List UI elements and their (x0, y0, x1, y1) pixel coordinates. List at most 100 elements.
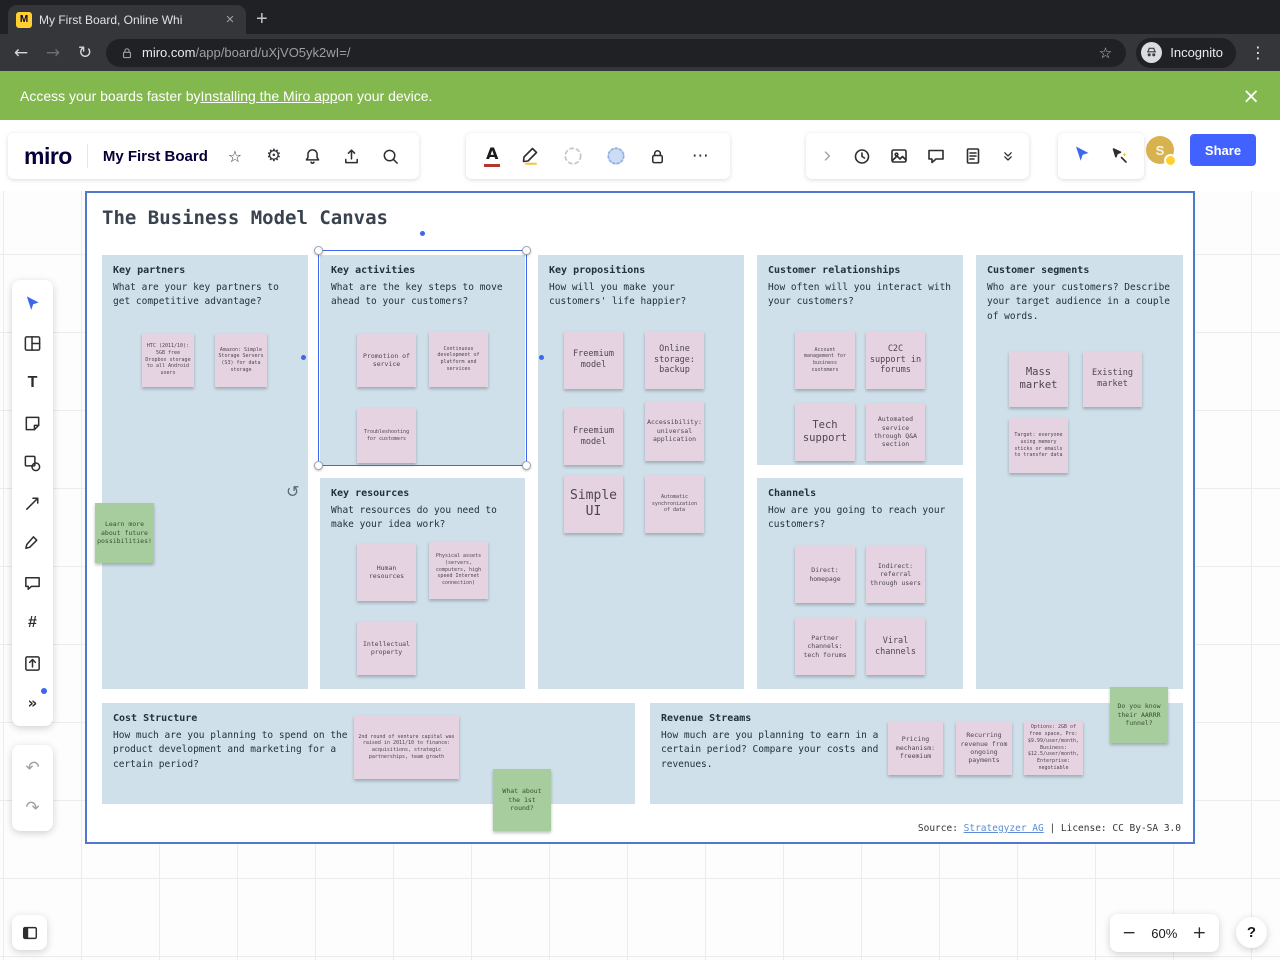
sticky-note-simple-ui[interactable]: Simple UI (564, 475, 623, 533)
upload-tool[interactable] (12, 643, 53, 683)
redo-button[interactable]: ↷ (12, 788, 53, 828)
text-color-icon[interactable]: A (484, 144, 501, 167)
canvas[interactable]: The Business Model Canvas Key partners W… (0, 191, 1280, 960)
frame-tool[interactable]: # (12, 603, 53, 643)
sticky-note-intellectual-property[interactable]: Intellectual property (357, 621, 416, 675)
back-icon[interactable]: ← (10, 43, 32, 63)
avatar[interactable]: S (1146, 136, 1177, 167)
url-bar[interactable]: miro.com/app/board/uXjVO5yk2wI=/ ☆ (106, 38, 1127, 67)
section-customer-relationships[interactable]: Customer relationships How often will yo… (757, 255, 963, 465)
sticky-note-pricing-mechanism[interactable]: Pricing mechanism: freemium (888, 721, 943, 775)
sticky-note-first-round[interactable]: What about the 1st round? (493, 769, 551, 831)
lock-icon[interactable] (648, 147, 667, 166)
sticky-note-human-resources[interactable]: Human resources (357, 543, 416, 601)
sticky-note-account-mgmt[interactable]: Account management for business customer… (795, 331, 855, 389)
resize-handle-top-left[interactable] (314, 246, 323, 255)
rotate-icon[interactable]: ↺ (286, 482, 299, 501)
sticky-note-mass-market[interactable]: Mass market (1009, 351, 1068, 407)
zoom-in-button[interactable]: + (1192, 923, 1206, 943)
sticky-note-direct-homepage[interactable]: Direct: homepage (795, 546, 855, 603)
chevron-down-icon[interactable] (1000, 148, 1016, 164)
install-miro-app-link[interactable]: Installing the Miro app (201, 88, 338, 104)
help-button[interactable]: ? (1236, 917, 1267, 948)
board-title[interactable]: The Business Model Canvas (102, 207, 388, 229)
miro-logo[interactable]: miro (24, 143, 72, 170)
sticky-note-c2c-support[interactable]: C2C support in forums (866, 331, 925, 389)
laser-pointer-icon[interactable] (1110, 146, 1130, 166)
sticky-note-venture-capital[interactable]: 2nd round of venture capital was raised … (354, 715, 459, 779)
section-customer-segments[interactable]: Customer segments Who are your customers… (976, 255, 1183, 689)
bookmark-star-icon[interactable]: ☆ (1099, 44, 1112, 62)
sticky-note-partner-channels[interactable]: Partner channels: tech forums (795, 618, 855, 675)
templates-tool[interactable] (12, 323, 53, 363)
more-options-icon[interactable]: ⋯ (688, 146, 712, 166)
chat-icon[interactable] (926, 146, 946, 166)
resize-handle-bottom-left[interactable] (314, 461, 323, 470)
new-tab-button[interactable]: + (246, 5, 278, 34)
browser-tab[interactable]: M My First Board, Online Whi × (8, 5, 246, 34)
connector-tool[interactable] (12, 483, 53, 523)
sticky-note-tool[interactable] (12, 403, 53, 443)
resize-handle-top-right[interactable] (522, 246, 531, 255)
favorite-star-icon[interactable]: ☆ (223, 147, 247, 166)
banner-close-icon[interactable]: × (1242, 84, 1260, 108)
strategyzer-link[interactable]: Strategyzer AG (964, 823, 1044, 834)
source-suffix: | License: CC By-SA 3.0 (1043, 823, 1181, 834)
shapes-tool[interactable] (12, 443, 53, 483)
share-button[interactable]: Share (1190, 134, 1256, 166)
resize-handle-right[interactable] (539, 355, 544, 360)
sticky-note-recurring-revenue[interactable]: Recurring revenue from ongoing payments (956, 721, 1012, 775)
sticky-note-learn-more[interactable]: Learn more about future possibilities! (95, 503, 154, 563)
select-tool[interactable] (12, 283, 53, 323)
section-key-resources[interactable]: Key resources What resources do you need… (320, 478, 525, 689)
search-icon[interactable] (379, 147, 403, 166)
resize-handle-bottom-right[interactable] (522, 461, 531, 470)
sticky-note-freemium-2[interactable]: Freemium model (564, 408, 623, 465)
sticky-note-freemium-1[interactable]: Freemium model (564, 331, 623, 389)
browser-menu-icon[interactable]: ⋮ (1246, 43, 1270, 62)
shape-dashed-circle-icon[interactable] (562, 145, 584, 167)
more-tools[interactable]: » (12, 683, 53, 723)
board-frame[interactable]: The Business Model Canvas Key partners W… (85, 191, 1195, 844)
undo-button[interactable]: ↶ (12, 748, 53, 788)
frames-panel-button[interactable] (12, 915, 47, 950)
resize-handle-left[interactable] (301, 355, 306, 360)
settings-gear-icon[interactable]: ⚙ (262, 146, 286, 166)
export-upload-icon[interactable] (340, 147, 364, 166)
collapse-chevron-icon[interactable] (819, 148, 835, 164)
shape-pattern-circle-icon[interactable] (605, 145, 627, 167)
pen-style-icon[interactable] (521, 146, 541, 166)
section-key-propositions[interactable]: Key propositions How will you make your … (538, 255, 744, 689)
sticky-note-amazon[interactable]: Amazon: Simple Storage Servers (S3) for … (215, 333, 267, 387)
sticky-note-tech-support[interactable]: Tech support (795, 403, 855, 461)
section-channels[interactable]: Channels How are you going to reach your… (757, 478, 963, 689)
sticky-note-aarrr-funnel[interactable]: Do you know their AARRR funnel? (1110, 687, 1168, 743)
sticky-note-automated-service[interactable]: Automated service through Q&A section (866, 403, 925, 461)
sticky-note-existing-market[interactable]: Existing market (1083, 351, 1142, 407)
sticky-note-physical-assets[interactable]: Physical assets (servers, computers, hig… (429, 541, 488, 599)
notes-doc-icon[interactable] (963, 146, 983, 166)
reload-icon[interactable]: ↻ (74, 43, 96, 63)
sticky-note-target[interactable]: Target: everyone using memory sticks or … (1009, 418, 1068, 473)
frames-image-icon[interactable] (889, 146, 909, 166)
section-key-partners[interactable]: Key partners What are your key partners … (102, 255, 308, 689)
zoom-level[interactable]: 60% (1151, 926, 1177, 941)
rotate-anchor-dot[interactable] (419, 231, 425, 236)
sticky-note-auto-sync[interactable]: Automatic synchronization of data (645, 475, 704, 533)
sticky-note-indirect-referral[interactable]: Indirect: referral through users (866, 546, 925, 603)
sticky-note-online-storage[interactable]: Online storage: backup (645, 331, 704, 389)
zoom-out-button[interactable]: − (1122, 923, 1136, 943)
timer-icon[interactable] (852, 146, 872, 166)
close-tab-icon[interactable]: × (222, 11, 238, 28)
sticky-note-viral-channels[interactable]: Viral channels (866, 618, 925, 675)
cursor-tool-icon[interactable] (1072, 144, 1092, 169)
banner-text: Access your boards faster by (20, 87, 201, 104)
board-name[interactable]: My First Board (103, 148, 208, 165)
sticky-note-htc[interactable]: HTC (2011/10): 5GB free Dropbox storage … (142, 333, 194, 387)
sticky-note-accessibility[interactable]: Accessibility: universal application (645, 401, 704, 461)
sticky-note-pricing-options[interactable]: Options: 2GB of free space, Pro: $9.99/u… (1024, 721, 1083, 775)
comment-tool[interactable] (12, 563, 53, 603)
pen-tool[interactable] (12, 523, 53, 563)
notifications-bell-icon[interactable] (301, 147, 325, 166)
text-tool[interactable]: T (12, 363, 53, 403)
